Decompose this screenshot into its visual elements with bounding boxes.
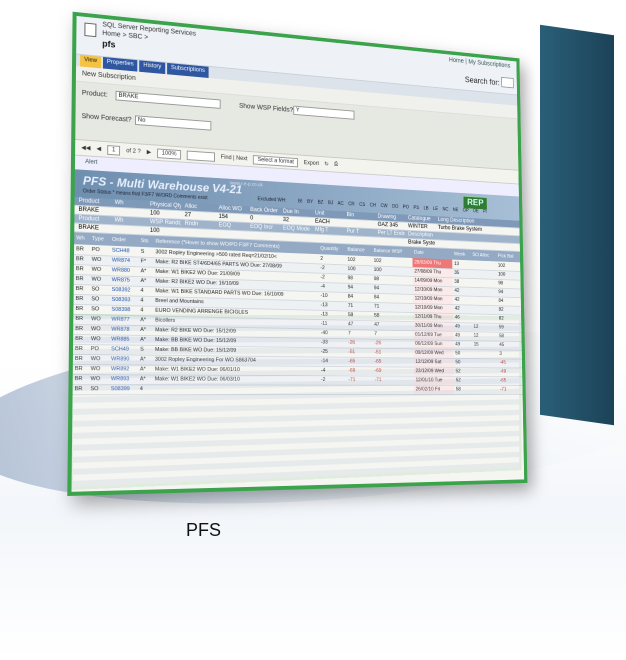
reflection [70, 314, 522, 490]
find-input[interactable] [186, 150, 216, 162]
column-header[interactable]: Sts [138, 235, 154, 248]
search-input[interactable] [501, 76, 514, 89]
first-page-icon[interactable]: ◀◀ [81, 144, 90, 151]
info-cell [312, 234, 344, 243]
info-cell [110, 225, 146, 234]
info-cell: Per LT Ends [377, 230, 405, 238]
info-cell: Description [408, 231, 434, 239]
show-forecast-label: Show Forecast? [81, 113, 132, 124]
order-link[interactable]: S08393 [109, 294, 139, 306]
export-link[interactable]: Export [304, 160, 319, 167]
table-cell: SO [89, 304, 110, 315]
table-cell: BR [73, 254, 90, 265]
info-cell: BRAKE [78, 224, 99, 232]
info-cell [374, 237, 405, 246]
zoom-select[interactable]: 100% [156, 148, 182, 160]
caption: PFS [186, 520, 222, 540]
table-cell: WO [89, 264, 110, 276]
table-cell: F* [138, 256, 154, 267]
table-cell: S [138, 246, 154, 258]
info-cell [247, 231, 280, 240]
info-cell: 154 [218, 214, 229, 221]
info-cell: EOQ Mode [282, 225, 310, 233]
search-label: Search for: [464, 75, 500, 88]
table-cell: SO [89, 294, 110, 305]
next-page-icon[interactable]: ▶ [147, 149, 152, 156]
table-cell: BR [74, 244, 90, 255]
page-count: of 2 ? [126, 147, 141, 155]
info-cell [215, 230, 247, 239]
info-cell: Pur T [346, 228, 360, 235]
info-cell: EOQ Incr [250, 224, 274, 231]
table-cell: 42 [453, 304, 472, 314]
show-wsp-label: Show WSP Fields? [239, 102, 294, 114]
table-cell: BR [73, 264, 90, 275]
table-cell: SO [89, 284, 110, 295]
info-cell [181, 228, 215, 237]
slab-side-panel [540, 24, 614, 426]
page-number-input[interactable]: 1 [107, 144, 121, 156]
show-wsp-select[interactable]: Y [293, 105, 355, 120]
table-cell: A* [138, 266, 154, 277]
info-cell [343, 236, 374, 245]
print-icon[interactable]: ⎙ [334, 162, 338, 169]
excluded-label: Excluded WH: [257, 196, 287, 204]
column-header[interactable]: Type [89, 233, 111, 246]
table-cell: BR [73, 273, 90, 285]
table-cell: BR [73, 283, 90, 295]
info-cell: 100 [149, 227, 160, 235]
format-select[interactable]: Select a format [252, 154, 299, 167]
table-cell: BR [73, 303, 90, 315]
tab-view[interactable]: View [80, 54, 101, 69]
column-header[interactable]: Wh [74, 232, 90, 245]
product-field[interactable]: BRAKE [115, 90, 221, 109]
find-next-link[interactable]: Find | Next [221, 154, 248, 161]
product-label: Product: [81, 89, 108, 99]
stage: SQL Server Reporting Services Home > SBC… [0, 0, 626, 660]
table-cell: 4 [138, 285, 154, 297]
info-cell: Brake System [408, 239, 435, 247]
report-icon [84, 22, 97, 38]
table-cell: BR [73, 293, 90, 305]
show-forecast-select[interactable]: No [134, 115, 212, 131]
info-cell: EOQ [218, 222, 232, 229]
column-header[interactable]: Week [452, 248, 471, 261]
table-cell: WO [89, 274, 110, 286]
page-title: pfs [102, 38, 116, 50]
home-link[interactable]: Home | My Subscriptions [449, 57, 511, 69]
table-cell: 4 [138, 295, 154, 306]
table-cell: A* [138, 276, 154, 287]
refresh-icon[interactable]: ↻ [324, 161, 328, 168]
prev-page-icon[interactable]: ◀ [96, 145, 101, 152]
info-cell [279, 233, 311, 242]
